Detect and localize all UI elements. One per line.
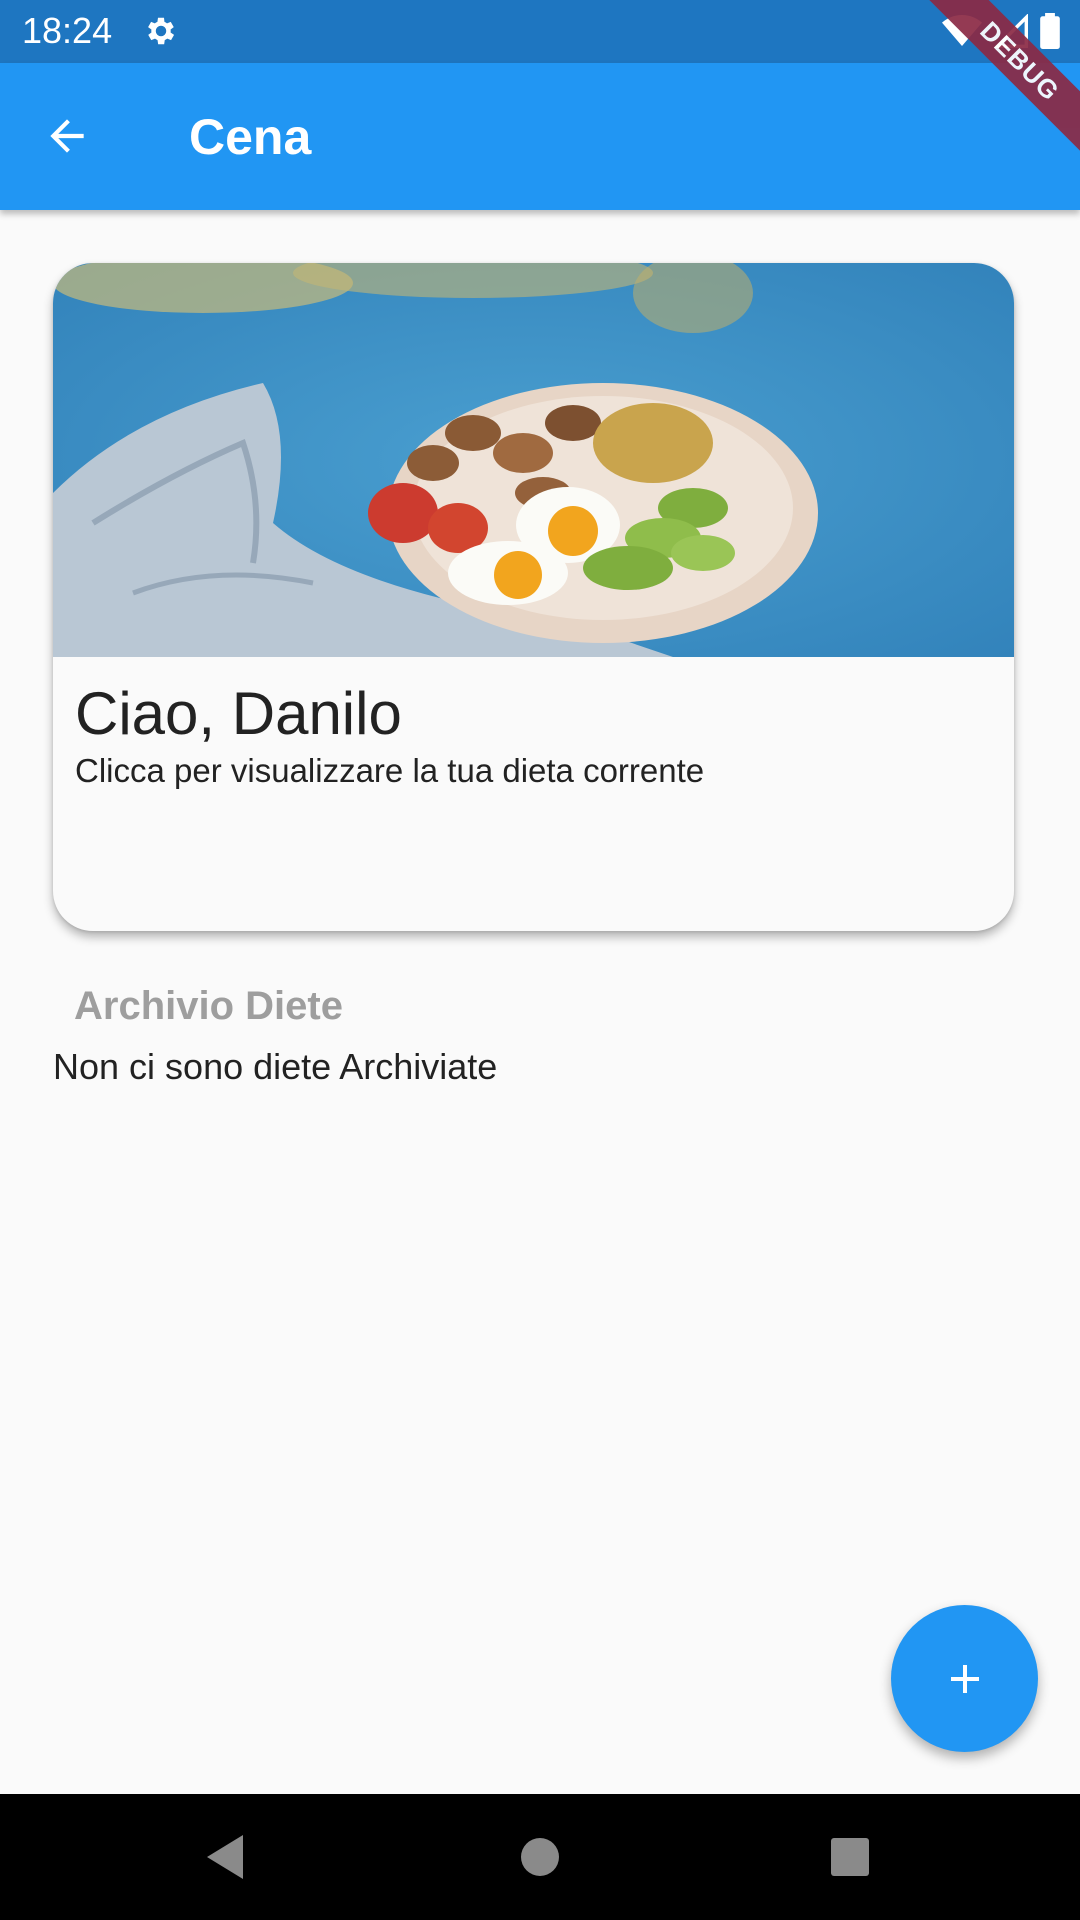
greeting-subtitle: Clicca per visualizzare la tua dieta cor… <box>75 752 705 789</box>
arrow-back-icon <box>50 119 84 153</box>
archive-section-title: Archivio Diete <box>74 984 343 1028</box>
app-bar: Cena <box>0 63 1080 210</box>
plus-icon <box>950 1664 979 1693</box>
gear-icon <box>143 13 179 49</box>
food-bowl-photo <box>53 263 1014 657</box>
back-button[interactable] <box>34 103 100 169</box>
nav-home-button[interactable] <box>507 1824 573 1890</box>
nav-recents-button[interactable] <box>817 1824 883 1890</box>
status-bar: 18:24 <box>0 0 1080 63</box>
nav-back-button[interactable] <box>193 1824 259 1890</box>
greeting-title: Ciao, Danilo <box>75 680 402 747</box>
current-diet-card[interactable]: Ciao, Danilo Clicca per visualizzare la … <box>53 263 1014 931</box>
add-diet-button[interactable] <box>891 1605 1038 1752</box>
home-circle-icon <box>521 1838 559 1876</box>
battery-icon <box>1040 13 1060 49</box>
back-triangle-icon <box>207 1835 243 1879</box>
archive-empty-text: Non ci sono diete Archiviate <box>53 1046 498 1087</box>
status-time: 18:24 <box>22 10 113 51</box>
page-title: Cena <box>189 109 312 165</box>
recents-square-icon <box>831 1838 869 1876</box>
system-nav-bar <box>0 1794 1080 1920</box>
